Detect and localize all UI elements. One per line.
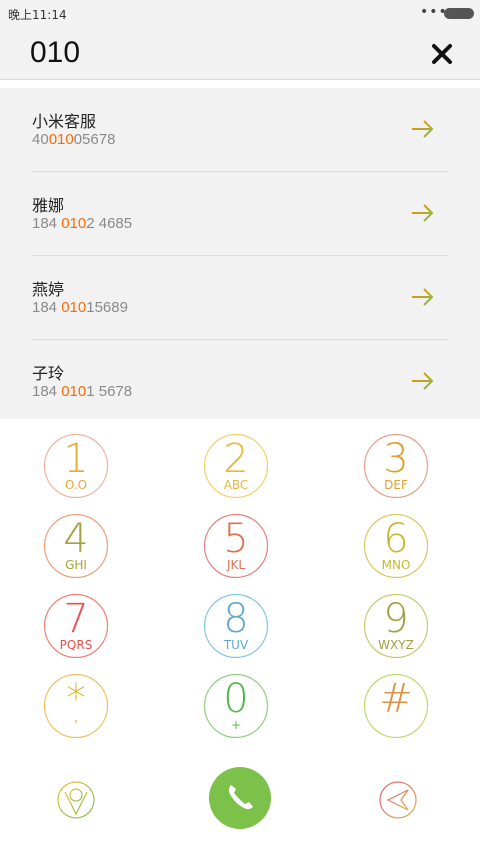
key-letters: GHI — [65, 558, 87, 572]
contact-number: 184 01015689 — [32, 299, 128, 316]
dialed-number: 010 — [30, 36, 81, 69]
list-gap — [0, 80, 480, 88]
dial-key-0[interactable]: 0 + — [203, 673, 269, 739]
call-button[interactable] — [209, 767, 271, 829]
key-digit: # — [379, 676, 413, 722]
key-digit: 6 — [383, 516, 409, 562]
dial-key-star[interactable]: * ' — [43, 673, 109, 739]
dial-key-9[interactable]: 9 WXYZ — [363, 593, 429, 659]
arrow-right-icon[interactable] — [410, 286, 436, 308]
dial-key-1[interactable]: 1 O.O — [43, 433, 109, 499]
contact-item[interactable]: 小米客服 4001005678 — [0, 88, 480, 172]
key-letters: DEF — [384, 478, 408, 492]
key-digit: 8 — [223, 596, 249, 642]
dial-key-6[interactable]: 6 MNO — [363, 513, 429, 579]
arrow-right-icon[interactable] — [410, 370, 436, 392]
key-digit: 9 — [383, 596, 409, 642]
key-digit: 3 — [383, 436, 409, 482]
arrow-right-icon[interactable] — [410, 202, 436, 224]
key-digit: 2 — [223, 436, 249, 482]
dial-key-4[interactable]: 4 GHI — [43, 513, 109, 579]
key-letters: O.O — [64, 478, 88, 492]
contact-name: 子玲 — [32, 364, 65, 383]
contact-number: 184 0101 5678 — [32, 383, 133, 400]
dial-key-hash[interactable]: # — [363, 673, 429, 739]
key-digit: 1 — [63, 436, 89, 482]
key-digit: 7 — [63, 596, 89, 642]
backspace-icon[interactable] — [378, 780, 418, 820]
contacts-icon[interactable] — [56, 780, 96, 820]
dial-key-3[interactable]: 3 DEF — [363, 433, 429, 499]
dial-key-7[interactable]: 7 PQRS — [43, 593, 109, 659]
key-letters: PQRS — [59, 638, 93, 652]
key-digit: 0 — [223, 676, 249, 722]
key-letters: + — [230, 718, 242, 732]
arrow-right-icon[interactable] — [410, 118, 436, 140]
contact-results-list: 小米客服 4001005678 雅娜 184 0102 4685 燕婷 184 … — [0, 88, 480, 419]
dial-key-5[interactable]: 5 JKL — [203, 513, 269, 579]
contact-item[interactable]: 子玲 184 0101 5678 — [0, 340, 480, 424]
contact-name: 燕婷 — [32, 280, 65, 299]
key-letters: TUV — [223, 638, 249, 652]
clear-icon[interactable] — [428, 40, 456, 68]
contact-number: 4001005678 — [32, 131, 116, 148]
key-letters: WXYZ — [378, 638, 414, 652]
contact-item[interactable]: 燕婷 184 01015689 — [0, 256, 480, 340]
key-digit: 5 — [223, 516, 249, 562]
status-bar: 晚上11:14 ••• — [0, 0, 480, 28]
key-letters: JKL — [226, 558, 246, 572]
contact-name: 小米客服 — [32, 112, 97, 131]
phone-icon — [228, 785, 253, 810]
battery-icon — [444, 8, 474, 19]
key-letters: ABC — [223, 478, 249, 492]
key-letters: MNO — [381, 558, 411, 572]
contact-name: 雅娜 — [32, 196, 65, 215]
key-digit: 4 — [63, 516, 89, 562]
dial-key-8[interactable]: 8 TUV — [203, 593, 269, 659]
dialed-number-bar: 010 — [0, 28, 480, 80]
key-digit: * — [66, 676, 86, 722]
status-time: 晚上11:14 — [8, 8, 67, 22]
key-letters: ' — [74, 718, 78, 732]
contact-item[interactable]: 雅娜 184 0102 4685 — [0, 172, 480, 256]
dial-key-2[interactable]: 2 ABC — [203, 433, 269, 499]
contact-number: 184 0102 4685 — [32, 215, 133, 232]
